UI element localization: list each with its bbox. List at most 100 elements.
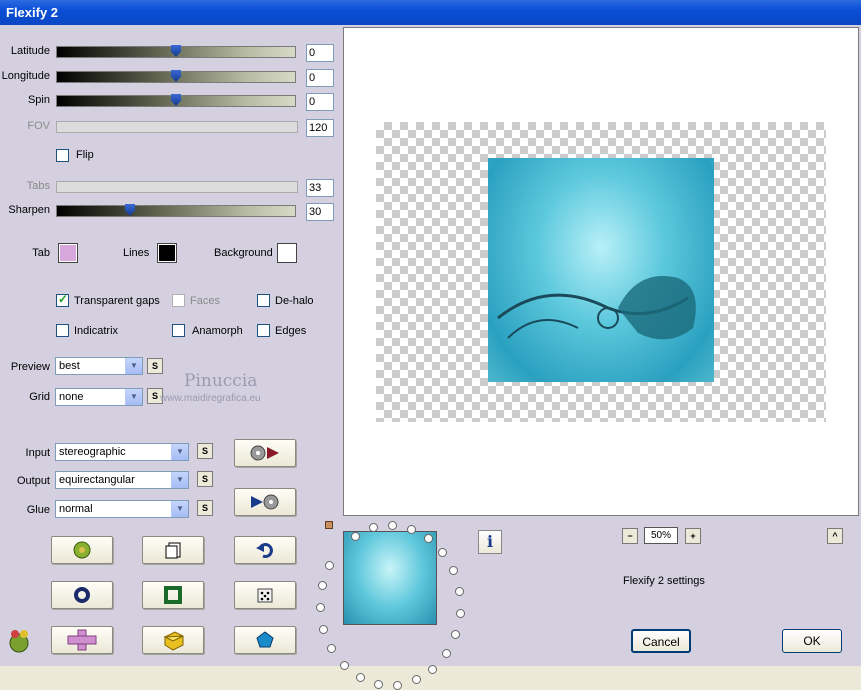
globe-button[interactable]	[51, 536, 113, 564]
zoom-in-button[interactable]: +	[685, 528, 701, 544]
longitude-thumb[interactable]	[171, 70, 181, 82]
ring-dot	[454, 587, 464, 597]
preview-image	[488, 158, 714, 382]
background-color-swatch[interactable]	[277, 243, 297, 263]
ring-dot	[441, 649, 451, 659]
grid-select[interactable]: none ▼	[55, 388, 143, 406]
reverse-arrow-icon	[251, 494, 279, 510]
square-button[interactable]	[142, 581, 204, 609]
watermark-name: Pinuccia	[184, 371, 258, 391]
grid-select-value: none	[59, 391, 84, 403]
sharpen-label: Sharpen	[8, 204, 50, 216]
edges-checkbox[interactable]	[257, 324, 270, 337]
output-s-button[interactable]: S	[197, 471, 213, 487]
longitude-field[interactable]: 0	[306, 69, 334, 87]
sharpen-slider[interactable]	[56, 204, 296, 217]
preview-s-button[interactable]: S	[147, 358, 163, 374]
latitude-label: Latitude	[10, 45, 50, 57]
flip-label: Flip	[76, 149, 94, 161]
apply-arrow-icon	[250, 445, 279, 461]
logo-icon	[9, 630, 29, 653]
latitude-field[interactable]: 0	[306, 44, 334, 62]
fov-slider	[56, 121, 298, 133]
watermark-url: www.maidiregrafica.eu	[160, 393, 261, 404]
latitude-slider[interactable]	[56, 45, 296, 58]
ring-dot	[351, 531, 360, 541]
glue-s-button[interactable]: S	[197, 500, 213, 516]
ring-dot	[325, 561, 335, 570]
input-select[interactable]: stereographic ▼	[55, 443, 189, 461]
pentagon-button[interactable]	[234, 626, 296, 654]
spin-field[interactable]: 0	[306, 93, 334, 111]
undo-button[interactable]	[234, 536, 296, 564]
ring-dot	[423, 533, 433, 543]
flip-checkbox[interactable]	[56, 149, 69, 162]
sharpen-thumb[interactable]	[125, 204, 135, 216]
tab-color-label: Tab	[32, 247, 50, 259]
transparency-checkerboard	[376, 122, 826, 422]
tabs-field[interactable]: 33	[306, 179, 334, 197]
latitude-thumb[interactable]	[171, 45, 181, 57]
tab-color-swatch[interactable]	[58, 243, 78, 263]
cross-button[interactable]	[51, 626, 113, 654]
chevron-down-icon: ▼	[125, 389, 142, 405]
longitude-label: Longitude	[1, 70, 50, 82]
fov-field[interactable]: 120	[306, 119, 334, 137]
glue-select[interactable]: normal ▼	[55, 500, 189, 518]
dehalo-checkbox[interactable]	[257, 294, 270, 307]
indicatrix-label: Indicatrix	[74, 325, 119, 337]
ring-dot	[355, 673, 365, 683]
chevron-down-icon: ▼	[171, 472, 188, 488]
ring-dot	[318, 581, 328, 591]
ring-dot	[339, 660, 349, 670]
spin-slider[interactable]	[56, 94, 296, 107]
dice-button[interactable]	[234, 581, 296, 609]
spin-thumb[interactable]	[171, 94, 181, 106]
anamorph-checkbox[interactable]	[172, 324, 185, 337]
transparent-gaps-label: Transparent gaps	[74, 295, 160, 307]
transparent-gaps-checkbox[interactable]: ✓	[56, 292, 69, 307]
faces-label: Faces	[190, 295, 220, 307]
ring-button[interactable]	[51, 581, 113, 609]
tabs-label: Tabs	[26, 180, 50, 192]
input-s-button[interactable]: S	[197, 443, 213, 459]
sharpen-field[interactable]: 30	[306, 203, 334, 221]
glue-label: Glue	[26, 504, 50, 516]
indicatrix-checkbox[interactable]	[56, 324, 69, 337]
ring-dot	[319, 624, 329, 634]
copy-button[interactable]	[142, 536, 204, 564]
ring-icon	[74, 587, 90, 603]
zoom-out-button[interactable]: −	[622, 528, 638, 544]
scroll-up-button[interactable]: ^	[827, 528, 843, 544]
cube-button[interactable]	[142, 626, 204, 654]
apply-forward-button[interactable]	[234, 439, 296, 467]
ring-dot	[327, 644, 337, 654]
preview-select-value: best	[59, 360, 80, 372]
preview-label: Preview	[10, 361, 50, 373]
longitude-slider[interactable]	[56, 70, 296, 83]
chevron-down-icon: ▼	[171, 501, 188, 517]
ring-dot	[438, 548, 448, 558]
chevron-down-icon: ▼	[171, 444, 188, 460]
ring-dot	[451, 630, 461, 640]
tabs-slider	[56, 181, 298, 193]
ring-dot	[392, 680, 402, 690]
settings-label: Flexify 2 settings	[623, 575, 705, 587]
spin-label: Spin	[27, 94, 50, 106]
apply-reverse-button[interactable]	[234, 488, 296, 516]
ok-button[interactable]: OK	[782, 629, 842, 653]
input-select-value: stereographic	[59, 446, 126, 458]
zoom-value: 50%	[644, 527, 678, 544]
square-icon	[164, 586, 182, 604]
thumbnail-image[interactable]	[343, 531, 437, 625]
cancel-button[interactable]: Cancel	[631, 629, 691, 653]
output-label: Output	[16, 475, 50, 487]
preview-canvas[interactable]	[343, 27, 859, 516]
chevron-down-icon: ▼	[125, 358, 142, 374]
info-button[interactable]: i	[478, 530, 502, 554]
thumbnail-handle[interactable]	[325, 521, 333, 529]
lines-color-label: Lines	[123, 247, 150, 259]
lines-color-swatch[interactable]	[157, 243, 177, 263]
output-select[interactable]: equirectangular ▼	[55, 471, 189, 489]
preview-select[interactable]: best ▼	[55, 357, 143, 375]
